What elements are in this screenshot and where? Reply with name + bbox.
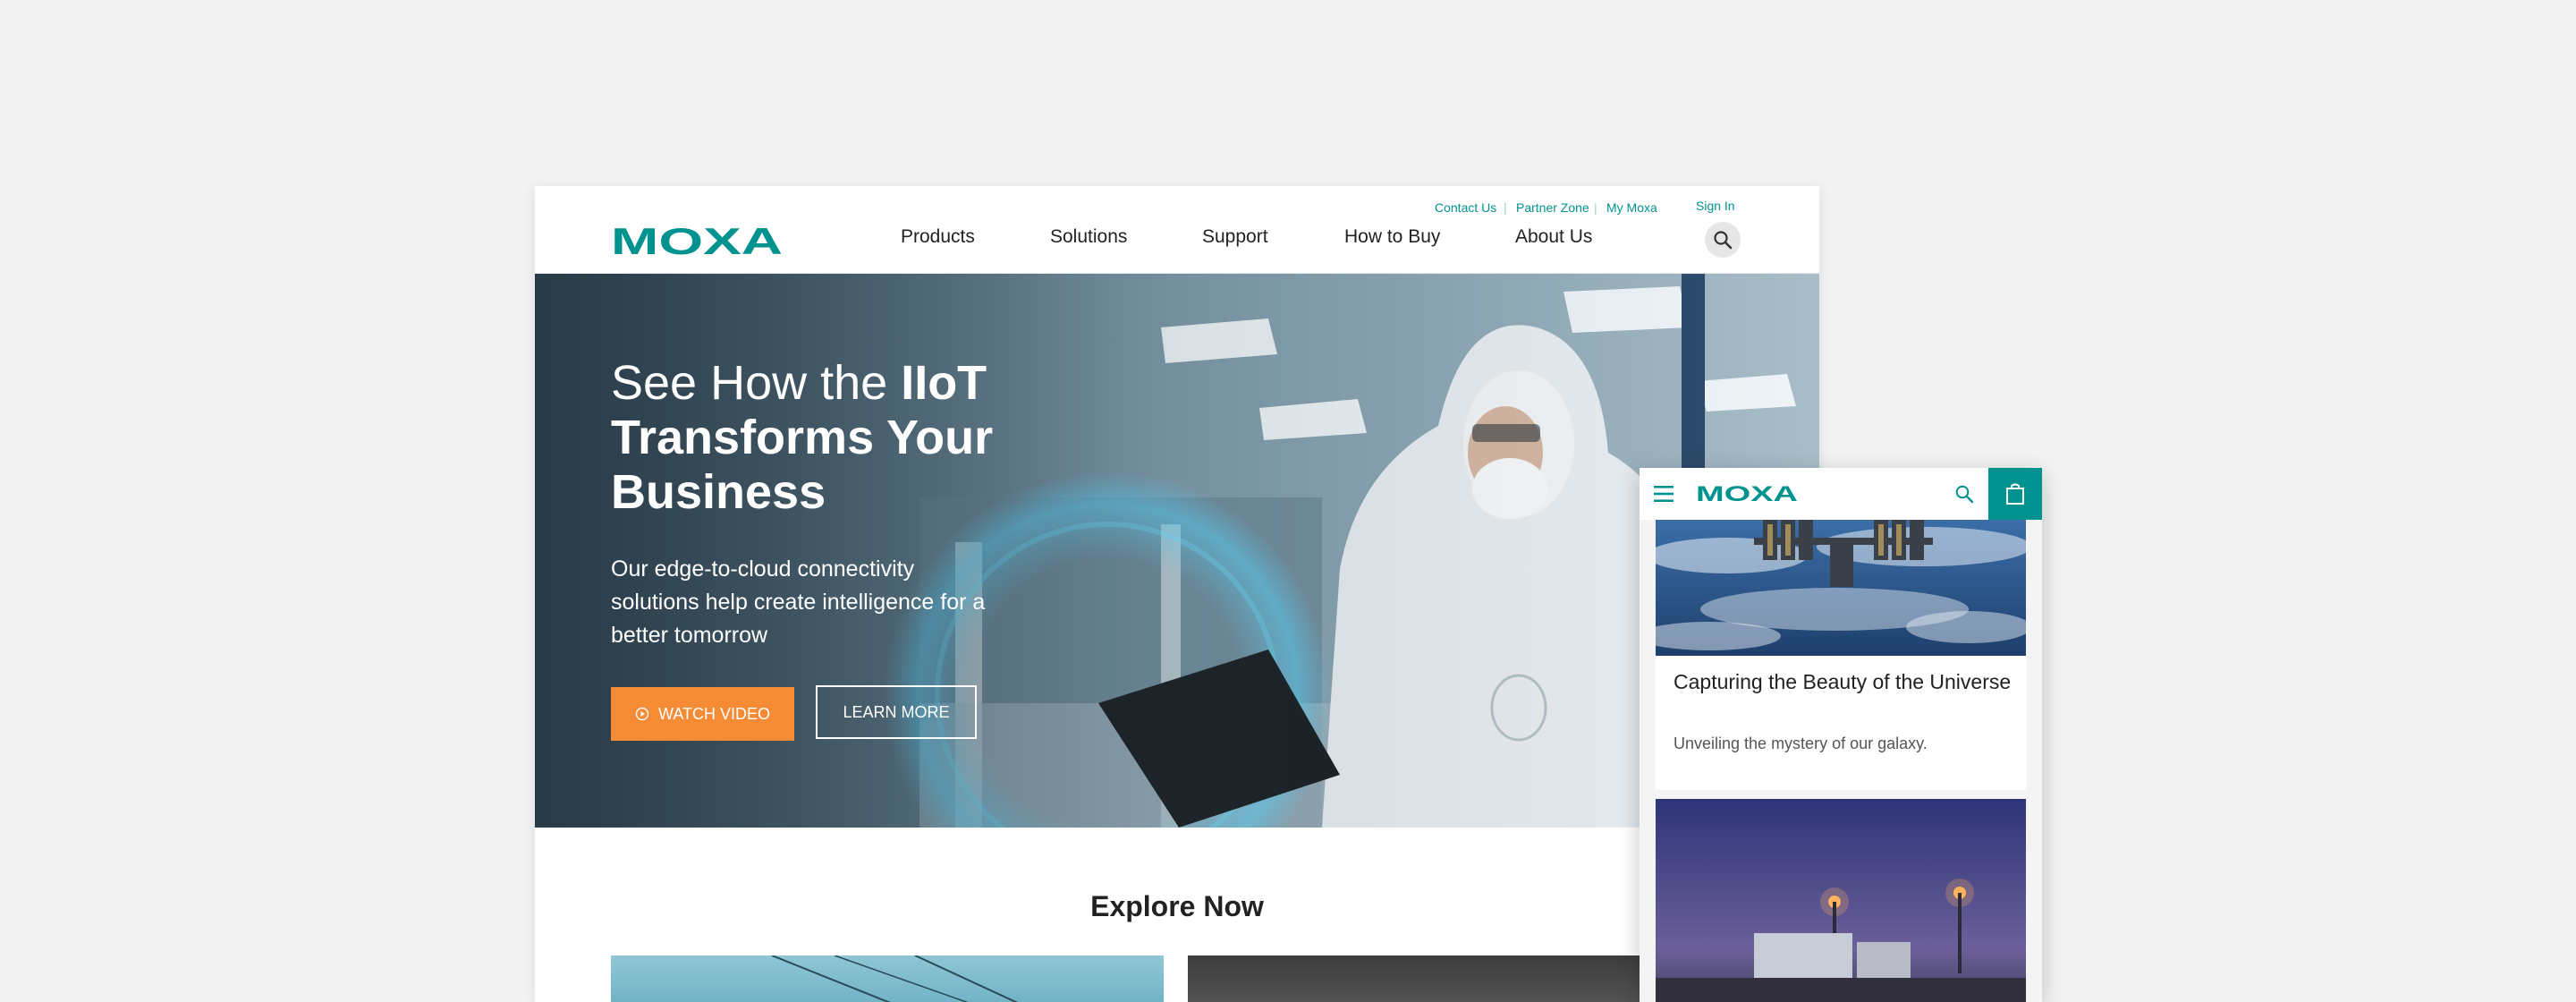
hero-subtitle: Our edge-to-cloud connectivity solutions… xyxy=(611,556,986,648)
contact-us-link[interactable]: Contact Us xyxy=(1435,200,1496,215)
nav-solutions[interactable]: Solutions xyxy=(1050,226,1127,248)
hero-banner: See How the IIoT Transforms Your Busines… xyxy=(535,274,1819,828)
cart-icon xyxy=(2006,483,2024,505)
utility-bar: Contact Us | Partner Zone | My Moxa Sign… xyxy=(535,193,1819,220)
explore-card-image[interactable] xyxy=(1188,955,1653,1002)
explore-card-image[interactable] xyxy=(611,955,1164,1002)
nav-products[interactable]: Products xyxy=(901,226,975,248)
learn-more-label: LEARN MORE xyxy=(843,702,950,721)
night-site-photo xyxy=(1656,799,2026,1002)
article-title[interactable]: Capturing the Beauty of the Universe xyxy=(1674,672,2013,692)
search-button[interactable] xyxy=(1705,222,1741,258)
partner-zone-link[interactable]: Partner Zone xyxy=(1516,200,1589,215)
search-icon xyxy=(1955,485,1974,504)
space-station-image[interactable] xyxy=(1656,520,2026,656)
separator: | xyxy=(1504,200,1507,215)
watch-video-label: WATCH VIDEO xyxy=(658,704,770,723)
card-image-wires xyxy=(771,955,1019,1002)
desktop-site-mockup: Contact Us | Partner Zone | My Moxa Sign… xyxy=(535,186,1819,1002)
mobile-site-mockup: MOXA Capturing the Beauty of the Univers… xyxy=(1640,468,2042,1002)
nav-how-to-buy[interactable]: How to Buy xyxy=(1344,226,1440,248)
article-card[interactable]: Capturing the Beauty of the Universe Unv… xyxy=(1656,656,2026,790)
search-icon xyxy=(1714,231,1733,250)
article-description: Unveiling the mystery of our galaxy. xyxy=(1674,735,1928,752)
mobile-header: MOXA xyxy=(1640,468,2042,520)
top-navigation: Contact Us | Partner Zone | My Moxa Sign… xyxy=(535,186,1819,274)
play-icon xyxy=(635,707,649,721)
explore-now-heading: Explore Now xyxy=(1090,890,1264,922)
mobile-cart-button[interactable] xyxy=(1988,468,2042,520)
separator: | xyxy=(1594,200,1597,215)
menu-icon[interactable] xyxy=(1654,485,1674,503)
main-menu: Products Solutions Support How to Buy Ab… xyxy=(535,226,1819,255)
nav-support[interactable]: Support xyxy=(1202,226,1268,248)
night-site-image[interactable] xyxy=(1656,799,2026,1002)
sign-in-link[interactable]: Sign In xyxy=(1696,199,1735,213)
mobile-search-button[interactable] xyxy=(1951,480,1978,507)
my-moxa-link[interactable]: My Moxa xyxy=(1606,200,1657,215)
learn-more-button[interactable]: LEARN MORE xyxy=(816,685,977,739)
svg-text:MOXA: MOXA xyxy=(1696,484,1798,504)
watch-video-button[interactable]: WATCH VIDEO xyxy=(611,687,794,741)
moxa-logo[interactable]: MOXA xyxy=(1696,484,1801,504)
hero-title: See How the IIoT Transforms Your Busines… xyxy=(611,356,994,519)
space-station-photo xyxy=(1656,520,2026,656)
nav-about-us[interactable]: About Us xyxy=(1515,226,1592,248)
